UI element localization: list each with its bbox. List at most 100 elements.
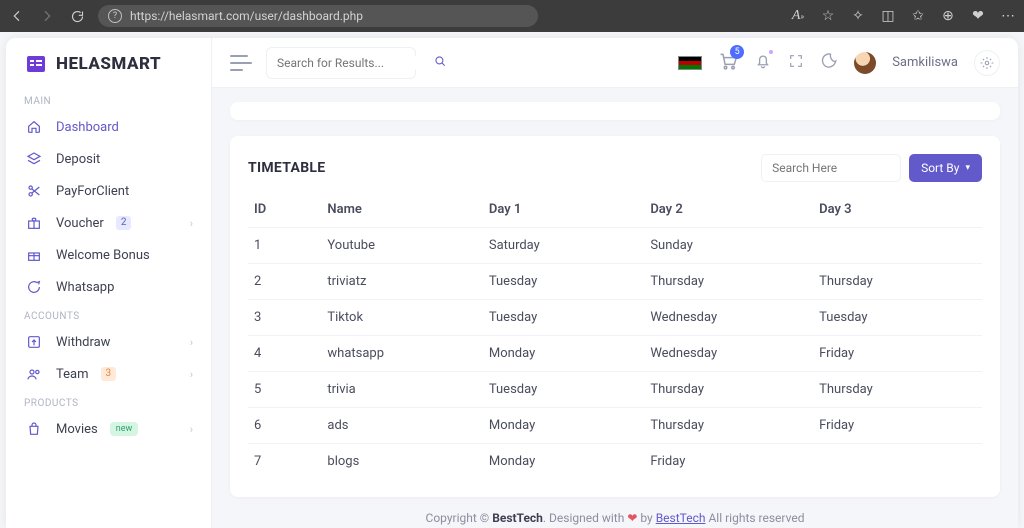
table-search-input[interactable]	[761, 154, 901, 182]
cell-d1: Monday	[483, 336, 644, 372]
cell-d2: Friday	[644, 444, 813, 480]
table-row[interactable]: 7blogsMondayFriday	[248, 444, 982, 480]
sidebar-item-team[interactable]: Team 3 ›	[6, 358, 211, 390]
brand[interactable]: HELASMART	[6, 38, 211, 88]
notification-dot-icon	[767, 48, 775, 56]
sidebar-item-withdraw[interactable]: Withdraw ›	[6, 326, 211, 358]
brand-text: HELASMART	[56, 54, 161, 74]
cell-name: Youtube	[321, 228, 482, 264]
sidebar-item-label: Dashboard	[56, 120, 119, 135]
cell-id: 2	[248, 264, 321, 300]
sidebar-item-voucher[interactable]: Voucher 2 ›	[6, 207, 211, 239]
col-id: ID	[248, 192, 321, 228]
cell-d3	[813, 444, 982, 480]
footer-by: by	[637, 511, 655, 525]
cell-d2: Thursday	[644, 408, 813, 444]
users-icon	[24, 366, 44, 382]
cell-name: triviatz	[321, 264, 482, 300]
card-placeholder	[230, 102, 1000, 120]
health-icon[interactable]: ❤	[970, 8, 986, 24]
card-title: TIMETABLE	[248, 160, 325, 176]
cell-d3: Thursday	[813, 372, 982, 408]
layers-icon	[24, 151, 44, 167]
cell-d2: Wednesday	[644, 300, 813, 336]
cell-d3: Friday	[813, 336, 982, 372]
gift2-icon	[24, 247, 44, 263]
table-row[interactable]: 2triviatzTuesdayThursdayThursday	[248, 264, 982, 300]
menu-toggle-icon[interactable]	[230, 55, 252, 71]
user-avatar[interactable]	[854, 52, 876, 74]
cell-d1: Monday	[483, 444, 644, 480]
col-name: Name	[321, 192, 482, 228]
country-flag-icon[interactable]	[678, 56, 702, 70]
scissors-icon	[24, 183, 44, 199]
nav-back-icon[interactable]	[8, 7, 26, 25]
sidebar-item-deposit[interactable]: Deposit	[6, 143, 211, 175]
col-day2: Day 2	[644, 192, 813, 228]
site-info-icon[interactable]: ?	[108, 9, 122, 23]
user-name[interactable]: Samkiliswa	[892, 55, 958, 70]
cell-d1: Saturday	[483, 228, 644, 264]
sidebar-item-label: Voucher	[56, 216, 104, 231]
cell-id: 1	[248, 228, 321, 264]
gift-icon	[24, 215, 44, 231]
search-icon[interactable]	[433, 54, 447, 72]
table-row[interactable]: 3TiktokTuesdayWednesdayTuesday	[248, 300, 982, 336]
browser-bar: ? https://helasmart.com/user/dashboard.p…	[0, 0, 1024, 32]
sidebar-item-whatsapp[interactable]: Whatsapp	[6, 271, 211, 303]
global-search-input[interactable]	[277, 56, 433, 70]
cell-d3: Friday	[813, 408, 982, 444]
cell-name: ads	[321, 408, 482, 444]
heart-icon: ❤	[627, 511, 637, 525]
extensions-icon[interactable]: ✧	[850, 8, 866, 24]
col-day1: Day 1	[483, 192, 644, 228]
reload-icon[interactable]	[68, 7, 86, 25]
global-search[interactable]	[266, 47, 416, 79]
chevron-right-icon: ›	[190, 368, 193, 381]
sidebar-item-label: Movies	[56, 422, 98, 437]
cell-name: Tiktok	[321, 300, 482, 336]
url-bar[interactable]: ? https://helasmart.com/user/dashboard.p…	[98, 5, 538, 27]
cell-d3	[813, 228, 982, 264]
table-row[interactable]: 6adsMondayThursdayFriday	[248, 408, 982, 444]
favorites-bar-icon[interactable]: ✩	[910, 8, 926, 24]
cart-button[interactable]: 5	[718, 51, 738, 75]
notifications-button[interactable]	[754, 52, 772, 74]
table-row[interactable]: 5triviaTuesdayThursdayThursday	[248, 372, 982, 408]
sidebar-item-label: Withdraw	[56, 335, 110, 350]
cell-d3: Tuesday	[813, 300, 982, 336]
section-accounts-label: ACCOUNTS	[6, 303, 211, 326]
split-icon[interactable]: ◫	[880, 8, 896, 24]
cell-d3: Thursday	[813, 264, 982, 300]
home-icon	[24, 119, 44, 135]
theme-icon[interactable]	[820, 52, 838, 74]
chevron-right-icon: ›	[190, 423, 193, 436]
cell-name: whatsapp	[321, 336, 482, 372]
fullscreen-icon[interactable]	[788, 53, 804, 73]
sidebar-item-payforclient[interactable]: PayForClient	[6, 175, 211, 207]
sidebar-item-welcome-bonus[interactable]: Welcome Bonus	[6, 239, 211, 271]
more-icon[interactable]: ⋯	[1000, 8, 1016, 24]
cell-name: blogs	[321, 444, 482, 480]
favorite-star-icon[interactable]: ☆	[820, 8, 836, 24]
cell-d1: Tuesday	[483, 372, 644, 408]
footer-brand: BestTech	[492, 511, 543, 525]
sidebar-item-label: PayForClient	[56, 184, 129, 199]
footer-link[interactable]: BestTech	[656, 511, 706, 525]
url-text: https://helasmart.com/user/dashboard.php	[130, 9, 363, 23]
cell-d1: Monday	[483, 408, 644, 444]
table-row[interactable]: 1YoutubeSaturdaySunday	[248, 228, 982, 264]
sort-button[interactable]: Sort By ▾	[909, 154, 982, 182]
table-row[interactable]: 4whatsappMondayWednesdayFriday	[248, 336, 982, 372]
sidebar-item-movies[interactable]: Movies new ›	[6, 413, 211, 445]
footer-designed: . Designed with	[543, 511, 627, 525]
settings-button[interactable]	[974, 50, 1000, 76]
timetable-card: TIMETABLE Sort By ▾ ID	[230, 136, 1000, 497]
bag-icon	[24, 421, 44, 437]
timetable-table: ID Name Day 1 Day 2 Day 3 1YoutubeSaturd…	[248, 192, 982, 479]
collections-icon[interactable]: ⊕	[940, 8, 956, 24]
sort-button-label: Sort By	[921, 161, 959, 175]
read-aloud-icon[interactable]: A»	[790, 8, 806, 24]
chevron-down-icon: ▾	[965, 163, 970, 173]
sidebar-item-dashboard[interactable]: Dashboard	[6, 111, 211, 143]
